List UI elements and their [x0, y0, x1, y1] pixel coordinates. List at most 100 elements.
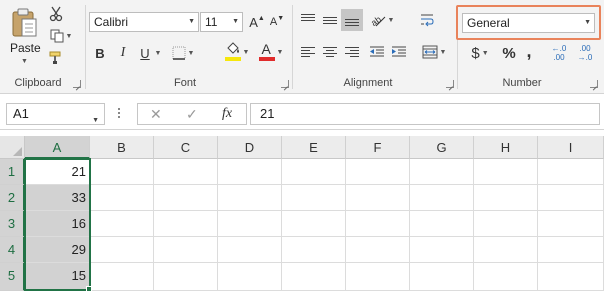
select-all-button[interactable]	[0, 136, 25, 159]
cell-f1[interactable]	[346, 159, 410, 185]
shrink-font-button[interactable]: A ▼	[269, 12, 285, 32]
cell-c3[interactable]	[154, 211, 218, 237]
font-dialog-launcher[interactable]	[281, 80, 289, 88]
cell-i4[interactable]	[538, 237, 604, 263]
cell-a2[interactable]: 33	[25, 185, 90, 211]
cell-c4[interactable]	[154, 237, 218, 263]
paste-label[interactable]: Paste	[10, 41, 41, 55]
cell-g2[interactable]	[410, 185, 474, 211]
column-header-f[interactable]: F	[346, 136, 410, 159]
row-header-2[interactable]: 2	[0, 185, 25, 211]
top-align-button[interactable]	[298, 10, 318, 30]
formula-bar-grip[interactable]	[118, 108, 121, 120]
cell-g3[interactable]	[410, 211, 474, 237]
bottom-align-button[interactable]	[341, 9, 363, 31]
column-header-d[interactable]: D	[218, 136, 282, 159]
cancel-icon[interactable]: ✕	[150, 106, 162, 123]
cell-f2[interactable]	[346, 185, 410, 211]
cell-d3[interactable]	[218, 211, 282, 237]
cell-a1[interactable]: 21	[25, 159, 90, 185]
cell-a4[interactable]: 29	[25, 237, 90, 263]
formula-input[interactable]: 21	[250, 103, 600, 125]
clipboard-dialog-launcher[interactable]	[73, 80, 81, 88]
font-name-select[interactable]: Calibri ▼	[89, 12, 199, 32]
cell-b5[interactable]	[90, 263, 154, 291]
align-center-button[interactable]	[320, 42, 340, 62]
cell-b3[interactable]	[90, 211, 154, 237]
font-size-select[interactable]: 11 ▼	[200, 12, 243, 32]
number-format-select[interactable]: General ▼	[462, 13, 595, 33]
column-header-c[interactable]: C	[154, 136, 218, 159]
cell-e5[interactable]	[282, 263, 346, 291]
row-header-3[interactable]: 3	[0, 211, 25, 237]
copy-button[interactable]: ▼	[47, 27, 75, 45]
column-header-h[interactable]: H	[474, 136, 538, 159]
comma-style-button[interactable]: ,	[522, 41, 536, 61]
cell-e2[interactable]	[282, 185, 346, 211]
row-header-5[interactable]: 5	[0, 263, 25, 291]
cell-d2[interactable]	[218, 185, 282, 211]
cell-e1[interactable]	[282, 159, 346, 185]
borders-button[interactable]: ▼	[168, 43, 198, 63]
name-box[interactable]: A1 ▼	[6, 103, 105, 125]
cell-h1[interactable]	[474, 159, 538, 185]
align-right-button[interactable]	[342, 42, 362, 62]
cell-g4[interactable]	[410, 237, 474, 263]
increase-decimal-button[interactable]: ←.0 .00	[548, 42, 570, 64]
bold-button[interactable]: B	[92, 43, 108, 63]
font-color-button[interactable]: A ▼	[256, 41, 286, 63]
row-header-1[interactable]: 1	[0, 159, 25, 185]
cell-h4[interactable]	[474, 237, 538, 263]
paste-dropdown-caret[interactable]: ▼	[21, 58, 28, 65]
decrease-indent-button[interactable]	[367, 42, 387, 62]
decrease-decimal-button[interactable]: .00 →.0	[574, 42, 596, 64]
number-dialog-launcher[interactable]	[590, 80, 598, 88]
orientation-button[interactable]: ab ▼	[367, 10, 397, 30]
currency-format-button[interactable]: $ ▼	[466, 43, 494, 63]
enter-icon[interactable]: ✓	[186, 106, 198, 123]
alignment-dialog-launcher[interactable]	[446, 80, 454, 88]
column-header-b[interactable]: B	[90, 136, 154, 159]
cell-b4[interactable]	[90, 237, 154, 263]
underline-dropdown[interactable]: ▼	[153, 43, 162, 63]
cell-d4[interactable]	[218, 237, 282, 263]
cell-i3[interactable]	[538, 211, 604, 237]
cell-c2[interactable]	[154, 185, 218, 211]
cell-d5[interactable]	[218, 263, 282, 291]
cell-b2[interactable]	[90, 185, 154, 211]
column-header-a[interactable]: A	[25, 136, 90, 159]
wrap-text-button[interactable]	[417, 10, 437, 30]
cell-h2[interactable]	[474, 185, 538, 211]
cell-f4[interactable]	[346, 237, 410, 263]
fill-handle[interactable]	[86, 286, 92, 292]
cell-h5[interactable]	[474, 263, 538, 291]
cell-e3[interactable]	[282, 211, 346, 237]
italic-button[interactable]: I	[115, 43, 131, 63]
column-header-g[interactable]: G	[410, 136, 474, 159]
format-painter-button[interactable]	[47, 49, 65, 67]
cell-c1[interactable]	[154, 159, 218, 185]
middle-align-button[interactable]	[320, 10, 340, 30]
underline-button[interactable]: U	[137, 43, 153, 63]
cell-d1[interactable]	[218, 159, 282, 185]
column-header-e[interactable]: E	[282, 136, 346, 159]
cell-a3[interactable]: 16	[25, 211, 90, 237]
merge-center-button[interactable]: ▼	[419, 42, 449, 62]
cell-a5[interactable]: 15	[25, 263, 90, 291]
copy-dropdown-caret[interactable]: ▼	[66, 33, 73, 40]
percent-style-button[interactable]: %	[500, 43, 518, 63]
cell-i2[interactable]	[538, 185, 604, 211]
paste-button[interactable]	[8, 4, 42, 40]
increase-indent-button[interactable]	[389, 42, 409, 62]
column-header-i[interactable]: I	[538, 136, 604, 159]
fill-color-button[interactable]: ▼	[222, 41, 252, 63]
cell-g1[interactable]	[410, 159, 474, 185]
cut-button[interactable]	[47, 5, 65, 23]
cell-f3[interactable]	[346, 211, 410, 237]
cell-f5[interactable]	[346, 263, 410, 291]
cell-i1[interactable]	[538, 159, 604, 185]
insert-function-icon[interactable]: fx	[222, 106, 232, 122]
cell-c5[interactable]	[154, 263, 218, 291]
row-header-4[interactable]: 4	[0, 237, 25, 263]
cell-b1[interactable]	[90, 159, 154, 185]
